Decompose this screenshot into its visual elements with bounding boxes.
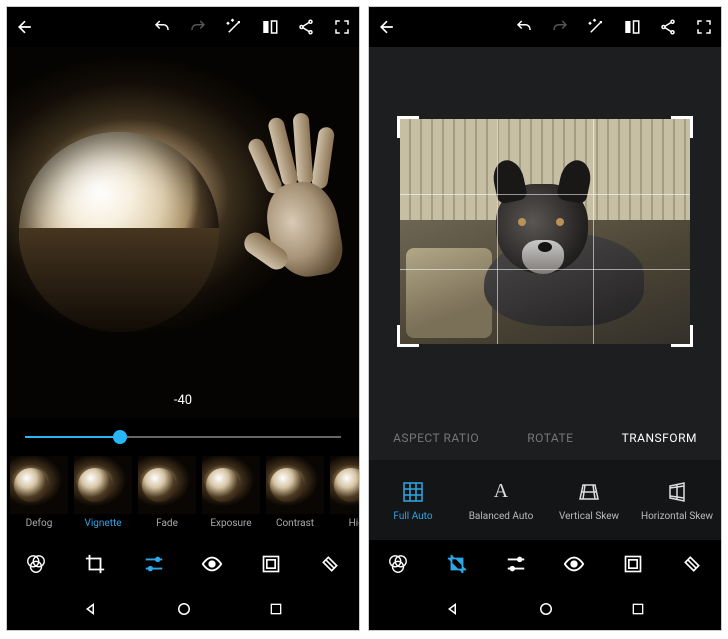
horizontal-skew-icon <box>664 479 690 505</box>
transform-full-auto[interactable]: Full Auto <box>373 479 453 522</box>
filmstrip-item-contrast[interactable]: Contrast <box>263 456 327 540</box>
photo-editor-left: -40 Defog Vignette Fade Exposure Contras… <box>6 6 360 631</box>
magic-wand-icon[interactable] <box>225 18 243 36</box>
filmstrip-item-fade[interactable]: Fade <box>135 456 199 540</box>
adjustment-slider-row <box>7 418 359 456</box>
tool-redeye[interactable] <box>557 547 591 581</box>
edited-image <box>400 119 690 344</box>
android-navbar <box>7 588 359 630</box>
adjustment-filmstrip: Defog Vignette Fade Exposure Contrast Hi… <box>7 456 359 540</box>
nav-home-icon[interactable] <box>175 600 193 618</box>
crop-tabs: ASPECT RATIO ROTATE TRANSFORM <box>369 416 721 460</box>
crop-frame[interactable] <box>400 119 690 344</box>
nav-back-icon[interactable] <box>444 600 462 618</box>
redo-icon[interactable] <box>189 18 207 36</box>
filmstrip-item-exposure[interactable]: Exposure <box>199 456 263 540</box>
tool-heal[interactable] <box>675 547 709 581</box>
magic-wand-icon[interactable] <box>587 18 605 36</box>
redo-icon[interactable] <box>551 18 569 36</box>
tab-rotate[interactable]: ROTATE <box>527 431 573 445</box>
fullscreen-icon[interactable] <box>333 18 351 36</box>
compare-icon[interactable] <box>623 18 641 36</box>
adjustment-value: -40 <box>174 393 192 408</box>
grid-icon <box>400 479 426 505</box>
tool-adjust[interactable] <box>499 547 533 581</box>
editor-toolbar <box>369 540 721 588</box>
crop-handle-br[interactable] <box>671 325 693 347</box>
transform-balanced-auto[interactable]: A Balanced Auto <box>461 479 541 522</box>
tab-aspect-ratio[interactable]: ASPECT RATIO <box>393 431 479 445</box>
slider-thumb[interactable] <box>113 430 127 444</box>
vertical-skew-icon <box>576 479 602 505</box>
transform-options: Full Auto A Balanced Auto Vertical Skew … <box>369 460 721 540</box>
tool-effects[interactable] <box>381 547 415 581</box>
filmstrip-item-highlights[interactable]: High <box>327 456 359 540</box>
photo-editor-right: ASPECT RATIO ROTATE TRANSFORM Full Auto … <box>368 6 722 631</box>
adjustment-slider[interactable] <box>25 436 341 438</box>
tool-crop[interactable] <box>440 547 474 581</box>
transform-vertical-skew[interactable]: Vertical Skew <box>549 479 629 522</box>
tool-crop[interactable] <box>78 547 112 581</box>
fullscreen-icon[interactable] <box>695 18 713 36</box>
app-topbar <box>369 7 721 47</box>
editor-toolbar <box>7 540 359 588</box>
crop-handle-tr[interactable] <box>671 116 693 138</box>
back-icon[interactable] <box>377 17 515 37</box>
crop-canvas[interactable] <box>369 47 721 416</box>
edited-image <box>7 47 359 418</box>
compare-icon[interactable] <box>261 18 279 36</box>
tool-effects[interactable] <box>19 547 53 581</box>
tool-frames[interactable] <box>616 547 650 581</box>
tool-redeye[interactable] <box>195 547 229 581</box>
nav-recents-icon[interactable] <box>268 601 284 617</box>
tab-transform[interactable]: TRANSFORM <box>622 431 697 445</box>
filmstrip-item-vignette[interactable]: Vignette <box>71 456 135 540</box>
nav-back-icon[interactable] <box>82 600 100 618</box>
tool-adjust[interactable] <box>137 547 171 581</box>
tool-frames[interactable] <box>254 547 288 581</box>
filmstrip-item-defog[interactable]: Defog <box>7 456 71 540</box>
share-icon[interactable] <box>659 18 677 36</box>
transform-horizontal-skew[interactable]: Horizontal Skew <box>637 479 717 522</box>
back-icon[interactable] <box>15 17 153 37</box>
letter-a-icon: A <box>488 479 514 505</box>
nav-recents-icon[interactable] <box>630 601 646 617</box>
crop-handle-tl[interactable] <box>397 116 419 138</box>
image-canvas[interactable]: -40 <box>7 47 359 418</box>
app-topbar <box>7 7 359 47</box>
android-navbar <box>369 588 721 630</box>
undo-icon[interactable] <box>515 18 533 36</box>
share-icon[interactable] <box>297 18 315 36</box>
nav-home-icon[interactable] <box>537 600 555 618</box>
undo-icon[interactable] <box>153 18 171 36</box>
crop-handle-bl[interactable] <box>397 325 419 347</box>
tool-heal[interactable] <box>313 547 347 581</box>
